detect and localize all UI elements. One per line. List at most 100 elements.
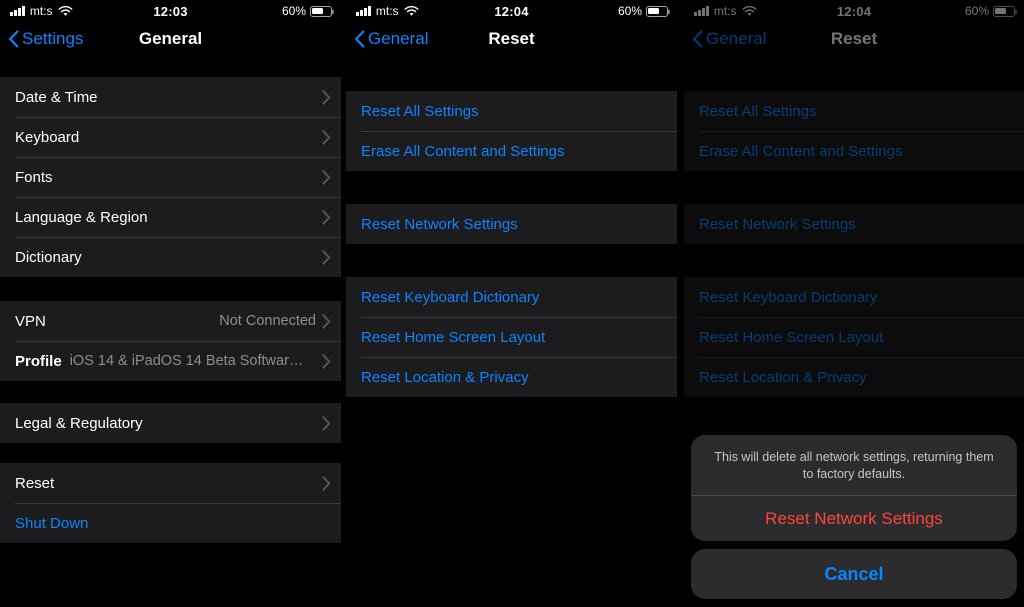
- list-section: Reset Network Settings: [346, 204, 677, 244]
- list-item-label: Date & Time: [15, 88, 98, 106]
- list-item-label: Reset All Settings: [699, 102, 817, 120]
- list-item[interactable]: Reset Keyboard Dictionary: [346, 277, 677, 317]
- nav-bar: Settings General: [0, 22, 341, 56]
- list-item[interactable]: Language & Region: [0, 197, 341, 237]
- list-item[interactable]: Reset All Settings: [684, 91, 1024, 131]
- list-section: Date & Time Keyboard Fonts Language & Regio…: [0, 77, 341, 277]
- section-gap: [0, 277, 341, 301]
- multi-panel-screenshot: mt:s 12:03 60% Settings General Date & Time Ke…: [0, 0, 1024, 607]
- list-item-label: Reset Keyboard Dictionary: [361, 288, 540, 306]
- action-sheet: This will delete all network settings, r…: [691, 435, 1017, 599]
- section-gap: [346, 171, 677, 204]
- list-item-label: Erase All Content and Settings: [361, 142, 565, 160]
- section-gap: [684, 171, 1024, 204]
- list-item[interactable]: Reset Home Screen Layout: [684, 317, 1024, 357]
- list-item[interactable]: Reset All Settings: [346, 91, 677, 131]
- list-item-label: Reset Keyboard Dictionary: [699, 288, 878, 306]
- section-gap: [684, 56, 1024, 91]
- battery-icon: [310, 5, 334, 17]
- section-gap: [346, 244, 677, 277]
- list-item-label: Reset Home Screen Layout: [699, 328, 884, 346]
- page-title: General: [138, 29, 203, 48]
- list-item[interactable]: Date & Time: [0, 77, 341, 117]
- section-gap: [346, 56, 677, 91]
- page-title: Reset: [488, 29, 535, 48]
- list-item-label: Reset Network Settings: [699, 215, 856, 233]
- list-item-label: Keyboard: [15, 128, 80, 146]
- list-section: Legal & Regulatory: [0, 403, 341, 443]
- section-gap: [0, 381, 341, 403]
- list-section: Reset Shut Down: [0, 463, 341, 543]
- list-item[interactable]: Shut Down: [0, 503, 341, 543]
- list-item-label: Reset Location & Privacy: [361, 368, 529, 386]
- battery-percent-label: 60%: [964, 4, 989, 18]
- list-item-label: Profile: [15, 352, 62, 370]
- chevron-right-icon: [322, 353, 331, 369]
- page-title: Reset: [830, 29, 878, 48]
- chevron-right-icon: [322, 249, 331, 265]
- battery-icon: [993, 5, 1017, 17]
- status-bar: mt:s 12:04 60%: [346, 0, 677, 22]
- chevron-right-icon: [322, 89, 331, 105]
- status-bar: mt:s 12:04 60%: [684, 0, 1024, 22]
- nav-bar: General Reset: [684, 22, 1024, 56]
- section-gap: [0, 443, 341, 463]
- cancel-button[interactable]: Cancel: [691, 549, 1017, 599]
- list-item-detail: iOS 14 & iPadOS 14 Beta Softwar…: [69, 353, 304, 369]
- chevron-right-icon: [322, 475, 331, 491]
- list-item-label: Language & Region: [15, 208, 148, 226]
- chevron-right-icon: [322, 209, 331, 225]
- list-item[interactable]: Reset Home Screen Layout: [346, 317, 677, 357]
- list-item[interactable]: Erase All Content and Settings: [684, 131, 1024, 171]
- list-item[interactable]: Keyboard: [0, 117, 341, 157]
- list-item[interactable]: Reset Network Settings: [684, 204, 1024, 244]
- phone-panel-2: mt:s 12:04 60% General Reset Reset All Settin…: [346, 0, 677, 607]
- list-section: Reset All Settings Erase All Content and …: [684, 91, 1024, 171]
- list-item-label: Fonts: [15, 168, 53, 186]
- battery-percent-label: 60%: [281, 4, 306, 18]
- list-item[interactable]: Reset: [0, 463, 341, 503]
- list-item[interactable]: VPN Not Connected: [0, 301, 341, 341]
- battery-percent-label: 60%: [617, 4, 642, 18]
- list-item[interactable]: Reset Keyboard Dictionary: [684, 277, 1024, 317]
- section-gap: [684, 244, 1024, 277]
- list-item[interactable]: Reset Network Settings: [346, 204, 677, 244]
- action-sheet-group: This will delete all network settings, r…: [691, 435, 1017, 541]
- list-item[interactable]: Reset Location & Privacy: [684, 357, 1024, 397]
- list-item[interactable]: Erase All Content and Settings: [346, 131, 677, 171]
- status-right: 60%: [281, 4, 334, 18]
- list-item-label: Dictionary: [15, 248, 82, 266]
- status-bar: mt:s 12:03 60%: [0, 0, 341, 22]
- list-section: VPN Not Connected Profile iOS 14 & iPadOS 1…: [0, 301, 341, 381]
- list-item-label: Reset Location & Privacy: [699, 368, 867, 386]
- section-gap: [0, 56, 341, 77]
- list-item[interactable]: Profile iOS 14 & iPadOS 14 Beta Softwar…: [0, 341, 341, 381]
- status-right: 60%: [617, 4, 670, 18]
- list-item-label: Reset Network Settings: [361, 215, 518, 233]
- list-item-label: Erase All Content and Settings: [699, 142, 903, 160]
- chevron-right-icon: [322, 169, 331, 185]
- chevron-right-icon: [322, 313, 331, 329]
- nav-bar: General Reset: [346, 22, 677, 56]
- list-item-label: Reset Home Screen Layout: [361, 328, 546, 346]
- panel-divider: [677, 0, 684, 607]
- list-item-label: Reset: [15, 474, 55, 492]
- status-right: 60%: [964, 4, 1017, 18]
- list-section: Reset All Settings Erase All Content and …: [346, 91, 677, 171]
- list-item-detail: Not Connected: [219, 313, 316, 329]
- action-sheet-message: This will delete all network settings, r…: [714, 450, 994, 481]
- list-item-label: Legal & Regulatory: [15, 414, 143, 432]
- list-section: Reset Network Settings: [684, 204, 1024, 244]
- list-item[interactable]: Fonts: [0, 157, 341, 197]
- list-item[interactable]: Dictionary: [0, 237, 341, 277]
- list-item-label: VPN: [15, 312, 46, 330]
- list-item[interactable]: Legal & Regulatory: [0, 403, 341, 443]
- phone-panel-1: mt:s 12:03 60% Settings General Date & Time Ke…: [0, 0, 341, 607]
- battery-icon: [646, 5, 670, 17]
- list-item[interactable]: Reset Location & Privacy: [346, 357, 677, 397]
- reset-network-settings-button[interactable]: Reset Network Settings: [691, 496, 1017, 541]
- phone-panel-3: mt:s 12:04 60% General Reset Reset All Settin…: [684, 0, 1024, 607]
- chevron-right-icon: [322, 415, 331, 431]
- chevron-right-icon: [322, 129, 331, 145]
- list-section: Reset Keyboard Dictionary Reset Home Scre…: [684, 277, 1024, 397]
